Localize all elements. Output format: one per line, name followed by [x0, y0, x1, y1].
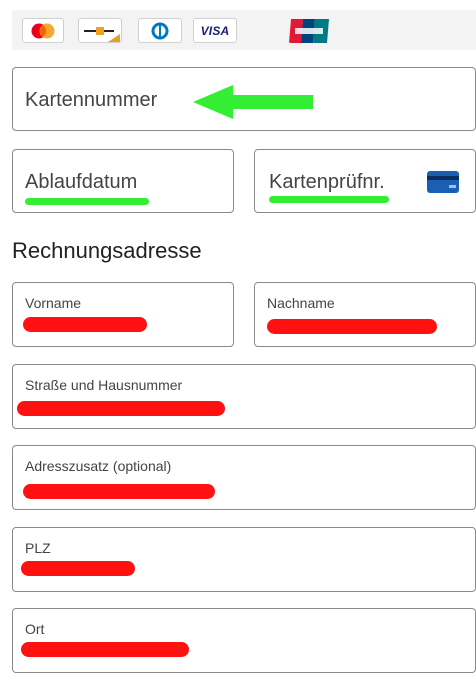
street-field[interactable]: Straße und Hausnummer: [12, 364, 476, 429]
city-label: Ort: [25, 621, 45, 637]
street-label: Straße und Hausnummer: [25, 377, 183, 393]
first-name-field[interactable]: Vorname: [12, 282, 234, 347]
annotation-underline: [269, 196, 389, 203]
redacted-value: [267, 319, 437, 334]
billing-address-heading: Rechnungsadresse: [12, 238, 202, 263]
visa-label: VISA: [200, 23, 230, 38]
redacted-value: [21, 561, 135, 576]
card-security-code-field[interactable]: Kartenprüfnr.: [254, 149, 476, 213]
last-name-field[interactable]: Nachname: [254, 282, 476, 347]
debit-card-icon: [78, 18, 122, 43]
redacted-value: [17, 401, 225, 416]
address-extra-field[interactable]: Adresszusatz (optional): [12, 445, 476, 510]
expiry-date-field[interactable]: Ablaufdatum: [12, 149, 234, 213]
last-name-label: Nachname: [267, 295, 335, 311]
postal-code-field[interactable]: PLZ: [12, 527, 476, 592]
diners-club-icon: [138, 18, 182, 43]
redacted-value: [21, 642, 189, 657]
expiry-date-label: Ablaufdatum: [25, 171, 138, 193]
annotation-underline: [25, 198, 149, 205]
redacted-value: [23, 484, 215, 499]
first-name-label: Vorname: [25, 295, 82, 311]
card-number-label: Kartennummer: [25, 89, 158, 111]
mastercard-icon: [22, 18, 64, 43]
credit-card-icon: [427, 171, 459, 193]
annotation-arrow-icon: [193, 85, 313, 119]
card-number-field[interactable]: Kartennummer: [12, 67, 476, 131]
redacted-value: [23, 317, 147, 332]
card-security-code-label: Kartenprüfnr.: [269, 171, 385, 193]
visa-icon: VISA: [193, 18, 237, 43]
unionpay-icon: [288, 18, 330, 43]
address-extra-label: Adresszusatz (optional): [25, 458, 172, 474]
postal-code-label: PLZ: [25, 540, 51, 556]
payment-methods-strip: VISA: [12, 10, 476, 50]
city-field[interactable]: Ort: [12, 608, 476, 673]
